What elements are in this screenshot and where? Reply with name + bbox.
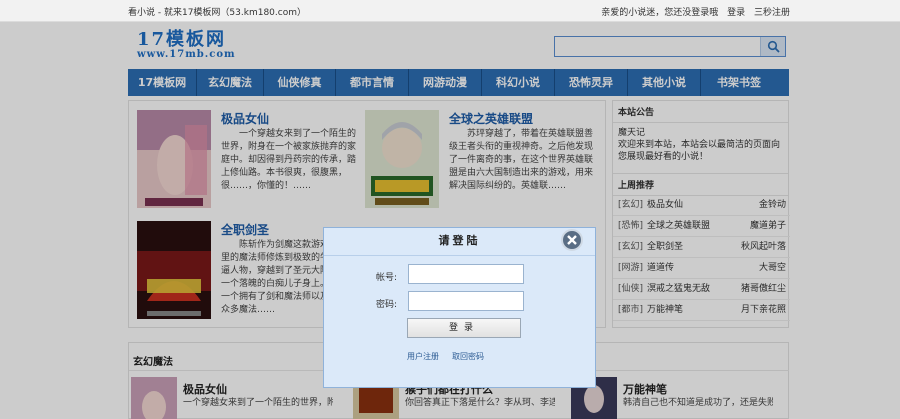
login-button[interactable]: 登录 — [407, 318, 521, 338]
close-icon — [567, 235, 577, 245]
dialog-title: 请登陆 — [324, 228, 595, 256]
username-input[interactable] — [408, 264, 524, 284]
site-tagline: 看小说 - 就来17模板网（53.km180.com） — [128, 8, 306, 18]
login-link[interactable]: 登录 — [727, 8, 745, 18]
forgot-password-link[interactable]: 取回密码 — [452, 351, 484, 362]
login-dialog: 请登陆 帐号: 密码: 登录 用户注册 取回密码 — [323, 227, 596, 388]
password-input[interactable] — [408, 291, 524, 311]
password-label: 密码: — [376, 300, 398, 310]
username-label: 帐号: — [376, 273, 398, 283]
greeting-text: 亲爱的小说迷，您还没登录哦 — [601, 8, 719, 18]
register-link[interactable]: 用户注册 — [407, 351, 439, 362]
user-links: 亲爱的小说迷，您还没登录哦 登录 三秒注册 — [601, 5, 790, 18]
top-bar: 看小说 - 就来17模板网（53.km180.com） 亲爱的小说迷，您还没登录… — [0, 0, 900, 22]
close-button[interactable] — [561, 229, 583, 251]
register-link[interactable]: 三秒注册 — [754, 8, 790, 18]
